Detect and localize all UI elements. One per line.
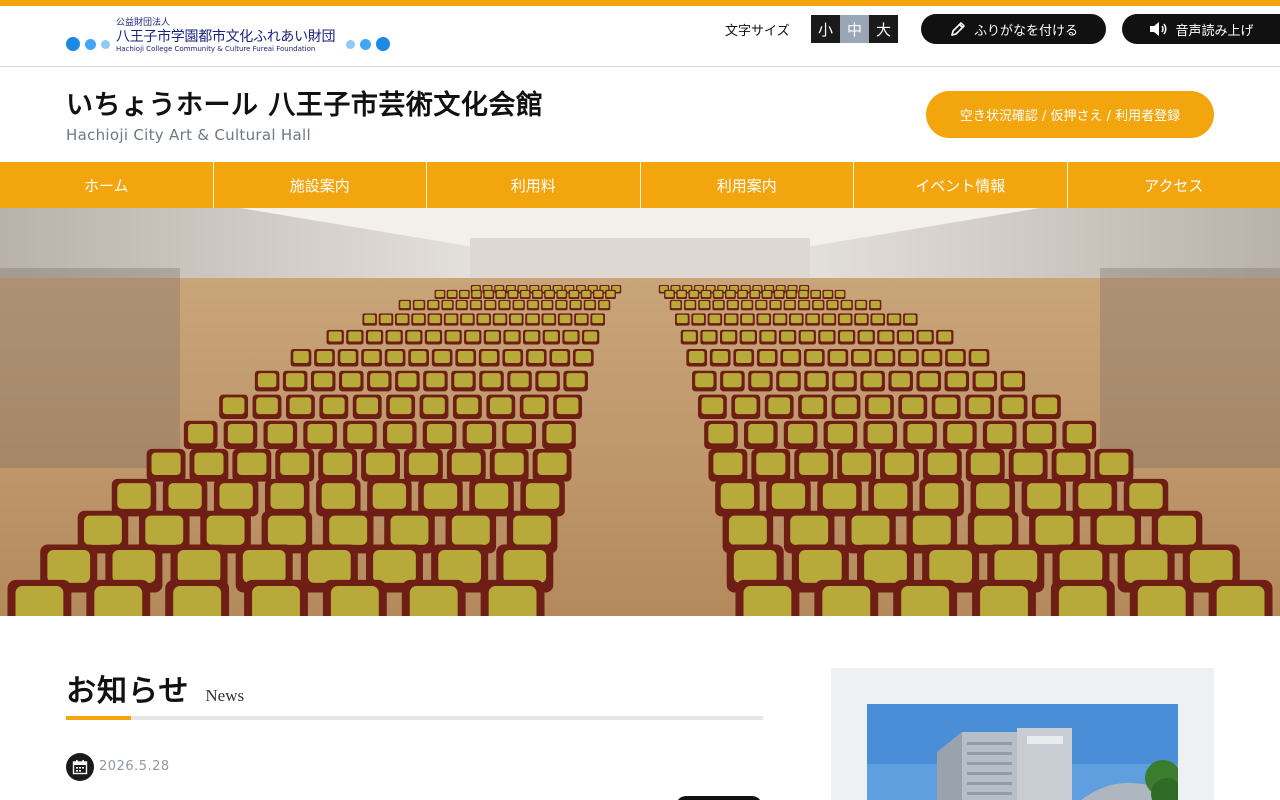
- site-title[interactable]: いちょうホール 八王子市芸術文化会館: [66, 83, 543, 122]
- logo-dots-left: [66, 37, 110, 51]
- font-size-label: 文字サイズ: [725, 24, 790, 39]
- hero-image: [0, 208, 1280, 616]
- font-size-selector: 小 中 大: [811, 15, 898, 43]
- nav-item-home[interactable]: ホーム: [0, 162, 213, 208]
- utility-bar: 公益財団法人 八王子市学園都市文化ふれあい財団 Hachioji College…: [0, 6, 1280, 67]
- nav-item-usage-guide[interactable]: 利用案内: [639, 162, 854, 208]
- pencil-icon: [951, 22, 965, 36]
- news-divider-accent: [66, 716, 131, 720]
- reservation-button[interactable]: 空き状況確認 / 仮押さえ / 利用者登録: [926, 91, 1214, 138]
- nav-item-events[interactable]: イベント情報: [853, 162, 1067, 208]
- news-heading: お知らせ News: [66, 666, 244, 710]
- building-photo[interactable]: [867, 704, 1178, 800]
- font-size-small-button[interactable]: 小: [811, 15, 840, 43]
- speech-label: 音声読み上げ: [1175, 23, 1254, 39]
- furigana-label: ふりがなを付ける: [973, 23, 1078, 39]
- news-divider: [66, 716, 763, 720]
- logo-name: 八王子市学園都市文化ふれあい財団: [116, 29, 336, 45]
- font-size-large-button[interactable]: 大: [869, 15, 898, 43]
- main-nav: ホーム 施設案内 利用料 利用案内 イベント情報 アクセス: [0, 162, 1280, 208]
- foundation-logo[interactable]: 公益財団法人 八王子市学園都市文化ふれあい財団 Hachioji College…: [66, 15, 396, 59]
- nav-item-fees[interactable]: 利用料: [426, 162, 640, 208]
- furigana-button[interactable]: ふりがなを付ける: [921, 14, 1106, 44]
- nav-item-facilities[interactable]: 施設案内: [212, 162, 427, 208]
- news-title-en: News: [205, 686, 245, 705]
- speech-button[interactable]: 音声読み上げ: [1122, 14, 1280, 44]
- news-title: お知らせ: [66, 674, 190, 709]
- site-subtitle: Hachioji City Art & Cultural Hall: [66, 126, 311, 144]
- nav-item-access[interactable]: アクセス: [1066, 162, 1280, 208]
- font-size-medium-button[interactable]: 中: [840, 15, 869, 43]
- logo-english: Hachioji College Community & Culture Fur…: [116, 45, 316, 53]
- speaker-icon: [1150, 22, 1167, 36]
- calendar-icon: [66, 753, 94, 781]
- logo-dots-right: [346, 37, 390, 51]
- news-item-category-badge[interactable]: [676, 796, 762, 800]
- news-item-date: 2026.5.28: [99, 759, 170, 774]
